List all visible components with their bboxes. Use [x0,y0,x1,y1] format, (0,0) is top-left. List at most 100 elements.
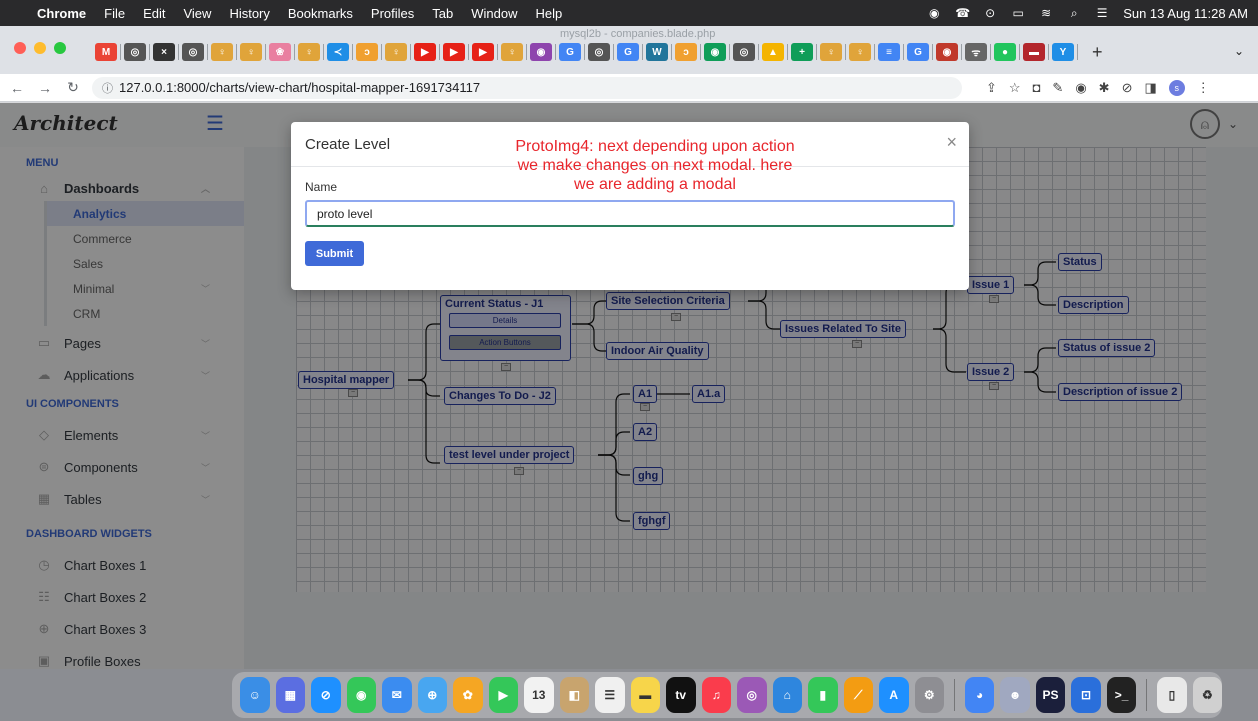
tab-favicon-icon[interactable]: M [95,43,117,61]
tab-favicon-icon[interactable]: ▲ [762,43,784,61]
dock-app-icon[interactable]: ⚙ [914,677,944,713]
dock-app-icon[interactable]: ⊡ [1071,677,1101,713]
puzzle-extensions-icon[interactable]: ✱ [1099,80,1110,96]
menu-bookmarks[interactable]: Bookmarks [279,6,362,21]
chrome-menu-icon[interactable]: ⋮ [1197,80,1210,96]
phone-icon[interactable]: ☎ [955,6,970,20]
dock-app-icon[interactable]: ♻ [1192,677,1223,713]
tab-favicon-icon[interactable]: W [646,43,668,61]
dock-app-icon[interactable]: ◕ [964,677,995,713]
tab-favicon-icon[interactable]: G [907,43,929,61]
dock-app-icon[interactable]: A [879,677,909,713]
dock-app-icon[interactable]: ☰ [595,677,625,713]
tab-favicon-icon[interactable]: ▬ [1023,43,1045,61]
tab-favicon-icon[interactable]: ◎ [182,43,204,61]
tab-favicon-icon[interactable]: G [559,43,581,61]
dock-app-icon[interactable]: ◎ [737,677,767,713]
eye-extension-icon[interactable]: ◉ [1075,80,1086,96]
tab-favicon-icon[interactable]: ▶ [414,43,436,61]
tab-favicon-icon[interactable]: ◉ [530,43,552,61]
tab-favicon-icon[interactable]: ♀ [298,43,320,61]
menu-file[interactable]: File [95,6,134,21]
dock-app-icon[interactable]: ▶ [488,677,518,713]
menu-edit[interactable]: Edit [134,6,174,21]
menu-help[interactable]: Help [527,6,572,21]
dock-app-icon[interactable]: 13 [524,677,554,713]
dock-app-icon[interactable]: ◧ [559,677,589,713]
share-icon[interactable]: ⇪ [986,80,997,96]
dock-app-icon[interactable]: ✿ [453,677,483,713]
media-icon[interactable]: ⊙ [983,6,997,20]
tab-favicon-icon[interactable]: ≡ [878,43,900,61]
bookmark-star-icon[interactable]: ☆ [1009,80,1021,96]
tab-favicon-icon[interactable]: ᴐ [356,43,378,61]
tab-favicon-icon[interactable]: ▶ [472,43,494,61]
tab-favicon-icon[interactable]: ≺ [327,43,349,61]
tab-favicon-icon[interactable]: ᴐ [675,43,697,61]
dock-app-icon[interactable]: ☻ [1000,677,1030,713]
tab-favicon-icon[interactable]: Y [1052,43,1074,61]
forward-arrow-icon[interactable]: → [34,80,56,96]
dock-app-icon[interactable]: tv [666,677,696,713]
dock-app-icon[interactable]: PS [1035,677,1066,713]
profile-avatar-icon[interactable]: s [1168,79,1185,96]
menubar-clock[interactable]: Sun 13 Aug 11:28 AM [1123,6,1248,21]
tab-favicon-icon[interactable]: ◎ [588,43,610,61]
eyedropper-extension-icon[interactable]: ✎ [1052,80,1063,96]
tab-favicon-icon[interactable]: × [153,43,175,61]
reload-icon[interactable]: ↻ [62,79,84,96]
tab-groups-icon[interactable]: ⊘ [1122,80,1133,96]
tab-favicon-icon[interactable]: ♀ [240,43,262,61]
control-center-icon[interactable]: ☰ [1095,6,1109,20]
dock-app-icon[interactable]: ⊘ [311,677,341,713]
spotlight-search-icon[interactable]: ⌕ [1067,6,1081,20]
tab-favicon-icon[interactable]: ♀ [385,43,407,61]
tab-favicon-icon[interactable]: ♀ [820,43,842,61]
submit-button[interactable]: Submit [305,241,364,266]
dock-app-icon[interactable]: ▯ [1157,677,1187,713]
site-info-icon[interactable]: ⓘ [102,80,113,96]
tab-favicon-icon[interactable]: ᯤ [965,43,987,61]
tab-favicon-icon[interactable]: ● [994,43,1016,61]
dock-app-icon[interactable]: >_ [1106,677,1137,713]
tab-favicon-icon[interactable]: ◎ [733,43,755,61]
minimize-window-icon[interactable] [34,42,46,54]
url-field[interactable]: ⓘ 127.0.0.1:8000/charts/view-chart/hospi… [92,76,962,99]
menu-history[interactable]: History [220,6,278,21]
chrome-status-icon[interactable]: ◉ [927,6,941,20]
name-input[interactable] [305,200,955,227]
tab-favicon-icon[interactable]: ❀ [269,43,291,61]
dock-app-icon[interactable]: ♫ [701,677,731,713]
dock-app-icon[interactable]: ▬ [630,677,660,713]
tab-favicon-icon[interactable]: ◉ [936,43,958,61]
dock-app-icon[interactable]: ☺ [240,677,270,713]
battery-icon[interactable]: ▭ [1011,6,1025,20]
new-tab-icon[interactable]: + [1092,42,1103,63]
menu-window[interactable]: Window [462,6,526,21]
tab-favicon-icon[interactable]: + [791,43,813,61]
tab-favicon-icon[interactable]: ♀ [849,43,871,61]
camera-extension-icon[interactable]: ◘ [1033,80,1041,95]
menu-profiles[interactable]: Profiles [362,6,423,21]
side-panel-icon[interactable]: ◨ [1144,80,1156,96]
menu-view[interactable]: View [174,6,220,21]
back-arrow-icon[interactable]: ← [6,80,28,96]
dock-app-icon[interactable]: ◉ [346,677,376,713]
dock-app-icon[interactable]: ▮ [808,677,838,713]
dock-app-icon[interactable]: ⌂ [772,677,802,713]
tab-favicon-icon[interactable]: ▶ [443,43,465,61]
dock-app-icon[interactable]: ⟋ [843,677,873,713]
dock-app-icon[interactable]: ▦ [275,677,305,713]
close-window-icon[interactable] [14,42,26,54]
maximize-window-icon[interactable] [54,42,66,54]
close-icon[interactable]: × [946,132,957,153]
tab-favicon-icon[interactable]: ◉ [704,43,726,61]
tab-favicon-icon[interactable]: ♀ [211,43,233,61]
tab-favicon-icon[interactable]: ◎ [124,43,146,61]
tab-search-icon[interactable]: ⌄ [1234,44,1244,58]
wifi-icon[interactable]: ≋ [1039,6,1053,20]
menu-tab[interactable]: Tab [423,6,462,21]
tab-favicon-icon[interactable]: G [617,43,639,61]
menu-app-name[interactable]: Chrome [28,6,95,21]
tab-favicon-icon[interactable]: ♀ [501,43,523,61]
